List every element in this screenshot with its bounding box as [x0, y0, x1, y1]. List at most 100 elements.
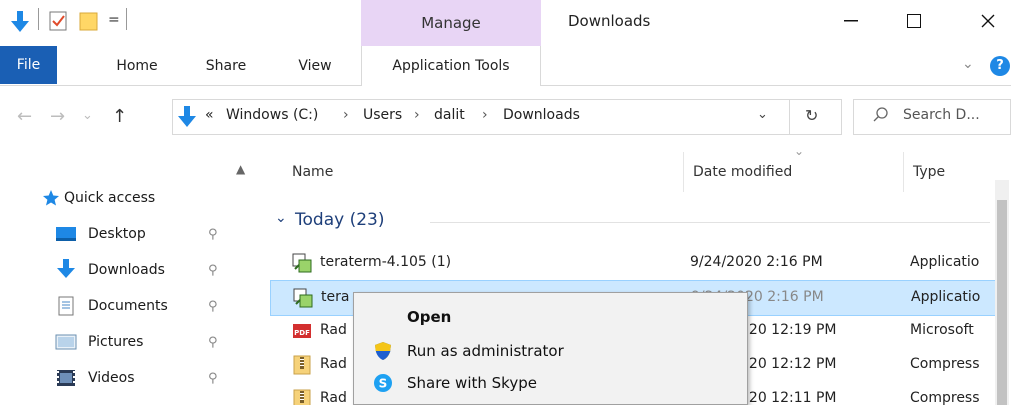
uac-shield-icon: [373, 341, 393, 361]
group-header-today[interactable]: Today (23): [295, 210, 384, 230]
svg-text:PDF: PDF: [294, 329, 310, 337]
manage-label: Manage: [421, 14, 481, 32]
file-type: Applicatio: [910, 254, 980, 270]
customize-toolbar-icon[interactable]: =: [108, 12, 120, 28]
breadcrumb-windows-c[interactable]: Windows (C:): [226, 107, 318, 123]
nav-item-downloads[interactable]: Downloads ⚲: [0, 252, 240, 288]
context-label-share-with-skype: Share with Skype: [407, 374, 537, 392]
column-header-date-modified[interactable]: Date modified: [693, 164, 792, 180]
file-name: Rad: [320, 356, 347, 372]
nav-label-quick-access: Quick access: [64, 190, 156, 206]
pin-icon[interactable]: ⚲: [208, 299, 218, 314]
search-icon: [873, 107, 889, 123]
toolbar-divider: [38, 8, 39, 30]
breadcrumb-separator-icon[interactable]: ›: [343, 107, 349, 123]
context-label-open: Open: [407, 308, 452, 326]
minimize-button[interactable]: [831, 6, 871, 36]
nav-label-desktop: Desktop: [88, 226, 146, 242]
nav-label-videos: Videos: [88, 370, 135, 386]
window-title: Downloads: [568, 12, 651, 30]
context-item-share-with-skype[interactable]: S Share with Skype: [354, 367, 747, 399]
group-toggle-icon[interactable]: ⌄: [275, 210, 287, 226]
pin-icon[interactable]: ⚲: [208, 263, 218, 278]
svg-text:S: S: [379, 377, 388, 391]
star-icon: [42, 189, 64, 207]
file-type: Applicatio: [911, 289, 981, 305]
file-name: Rad: [320, 322, 347, 338]
maximize-button[interactable]: [894, 6, 934, 36]
tab-share[interactable]: Share: [196, 46, 256, 86]
zip-folder-icon: [292, 389, 312, 405]
nav-item-pictures[interactable]: Pictures ⚲: [0, 324, 240, 360]
column-header-name[interactable]: Name: [292, 164, 333, 180]
file-type: Microsoft: [910, 322, 974, 338]
context-label-run-as-administrator: Run as administrator: [407, 342, 564, 360]
file-date: 020 12:12 PM: [740, 356, 837, 372]
videos-icon: [55, 369, 77, 387]
breadcrumb-downloads[interactable]: Downloads: [503, 107, 580, 123]
up-icon[interactable]: ↑: [112, 106, 127, 127]
nav-item-desktop[interactable]: Desktop ⚲: [0, 216, 240, 252]
forward-icon[interactable]: →: [50, 106, 65, 127]
group-divider: [430, 222, 990, 223]
address-dropdown-icon[interactable]: ⌄: [757, 107, 768, 122]
tab-application-tools[interactable]: Application Tools: [361, 46, 541, 87]
column-header-type[interactable]: Type: [913, 164, 945, 180]
pdf-icon: PDF: [292, 321, 312, 341]
installer-icon: [293, 288, 313, 308]
column-divider[interactable]: [903, 152, 904, 192]
nav-item-quick-access[interactable]: Quick access: [0, 180, 240, 216]
pin-icon[interactable]: ⚲: [208, 371, 218, 386]
pictures-icon: [55, 334, 77, 352]
arrow-down-icon[interactable]: [10, 10, 30, 34]
table-row[interactable]: teraterm-4.105 (1) 9/24/2020 2:16 PM App…: [270, 246, 1000, 282]
address-toolbar: ← → ⌄ ↑ « Windows (C:) › Users › dalit ›…: [0, 86, 1011, 148]
nav-item-videos[interactable]: Videos ⚲: [0, 360, 240, 396]
skype-icon: S: [373, 373, 393, 393]
ribbon-tabs: File Home Share View Application Tools ⌄…: [0, 46, 1011, 87]
help-icon[interactable]: ?: [990, 56, 1010, 76]
toolbar-divider: [126, 8, 127, 30]
nav-label-pictures: Pictures: [88, 334, 144, 350]
recent-locations-icon[interactable]: ⌄: [82, 108, 93, 123]
breadcrumb-dalit[interactable]: dalit: [434, 107, 465, 123]
breadcrumb-users[interactable]: Users: [363, 107, 402, 123]
properties-check-icon[interactable]: [48, 10, 68, 32]
file-date: 020 12:11 PM: [740, 390, 837, 405]
nav-item-documents[interactable]: Documents ⚲: [0, 288, 240, 324]
back-icon[interactable]: ←: [17, 106, 32, 127]
file-type: Compress: [910, 390, 980, 405]
context-item-open[interactable]: Open: [354, 301, 747, 333]
context-item-run-as-administrator[interactable]: Run as administrator: [354, 335, 747, 367]
zip-folder-icon: [292, 355, 312, 375]
column-divider[interactable]: [683, 152, 684, 192]
breadcrumb-overflow[interactable]: «: [205, 107, 214, 123]
tab-file[interactable]: File: [0, 46, 57, 84]
search-placeholder[interactable]: Search D...: [903, 107, 980, 123]
desktop-folder-icon: [55, 226, 77, 244]
documents-icon: [55, 296, 77, 316]
file-date: 020 12:19 PM: [740, 322, 837, 338]
context-menu: Open Run as administrator S Share with S…: [353, 292, 748, 405]
tab-home[interactable]: Home: [107, 46, 167, 86]
pin-icon[interactable]: ⚲: [208, 227, 218, 242]
downloads-arrow-icon: [55, 258, 77, 280]
new-folder-icon[interactable]: [78, 10, 100, 32]
nav-label-documents: Documents: [88, 298, 168, 314]
breadcrumb-separator-icon[interactable]: ›: [414, 107, 420, 123]
file-name: teraterm-4.105 (1): [320, 254, 452, 270]
close-button[interactable]: [968, 6, 1008, 36]
installer-icon: [292, 253, 312, 273]
nav-scroll-up-icon[interactable]: ▲: [236, 162, 245, 176]
refresh-icon[interactable]: ↻: [805, 106, 818, 125]
file-name: tera: [321, 289, 350, 305]
downloads-location-icon: [177, 105, 197, 129]
breadcrumb-separator-icon[interactable]: ›: [482, 107, 488, 123]
file-type: Compress: [910, 356, 980, 372]
ribbon-expand-icon[interactable]: ⌄: [962, 56, 974, 72]
tab-view[interactable]: View: [285, 46, 345, 86]
file-date: 9/24/2020 2:16 PM: [690, 254, 823, 270]
scrollbar-thumb[interactable]: [997, 200, 1007, 405]
pin-icon[interactable]: ⚲: [208, 335, 218, 350]
nav-label-downloads: Downloads: [88, 262, 165, 278]
